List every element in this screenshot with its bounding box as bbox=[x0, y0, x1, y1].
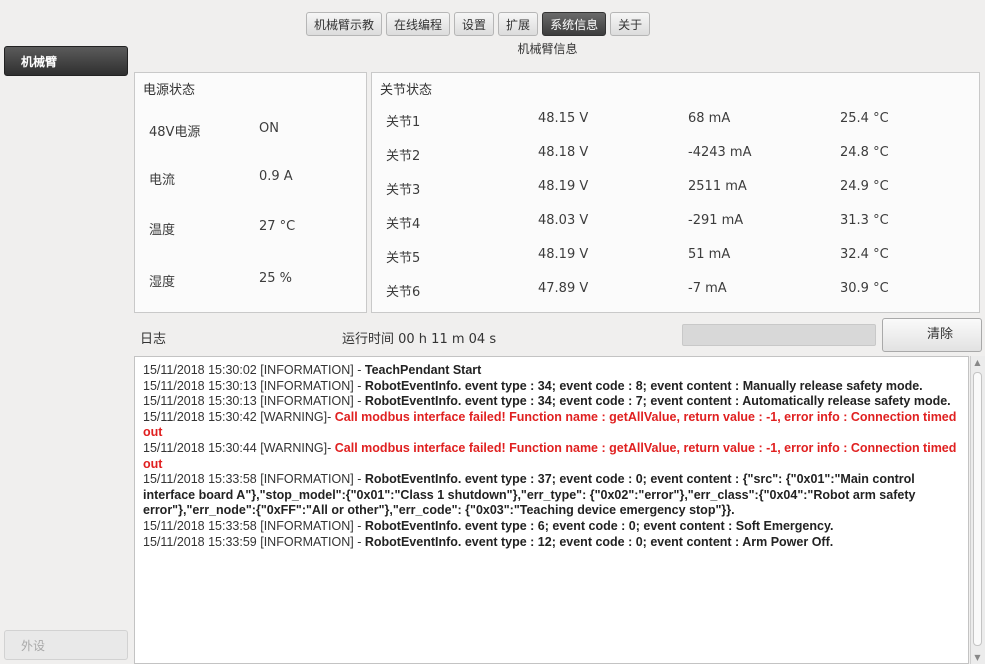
sidebar-item-peripherals[interactable]: 外设 bbox=[4, 630, 128, 660]
power-row: 温度 27 °C bbox=[149, 219, 356, 243]
power-value: 27 °C bbox=[259, 219, 296, 234]
log-entry-prefix: 15/11/2018 15:30:42 [WARNING]- bbox=[143, 409, 335, 424]
joint-temperature: 32.4 °C bbox=[840, 247, 889, 262]
joint-row: 关节1 48.15 V 68 mA 25.4 °C bbox=[386, 111, 969, 133]
joint-current: 2511 mA bbox=[688, 179, 747, 194]
section-title: 机械臂信息 bbox=[517, 42, 578, 56]
power-value: 25 % bbox=[259, 271, 293, 286]
power-key: 电流 bbox=[149, 173, 176, 188]
scrollbar-thumb[interactable] bbox=[973, 372, 982, 646]
joint-row: 关节2 48.18 V -4243 mA 24.8 °C bbox=[386, 145, 969, 167]
log-entry-prefix: 15/11/2018 15:30:02 [INFORMATION] - bbox=[143, 363, 365, 377]
tab-extensions[interactable]: 扩展 bbox=[498, 12, 539, 36]
joint-temperature: 25.4 °C bbox=[840, 111, 889, 126]
log-content: 15/11/2018 15:30:02 [INFORMATION] - Teac… bbox=[135, 357, 968, 556]
joint-row: 关节3 48.19 V 2511 mA 24.9 °C bbox=[386, 179, 969, 201]
log-entry-prefix: 15/11/2018 15:30:44 [WARNING]- bbox=[143, 440, 335, 455]
joint-name: 关节5 bbox=[386, 251, 421, 266]
joint-name: 关节2 bbox=[386, 149, 421, 164]
log-entry: 15/11/2018 15:33:59 [INFORMATION] - Robo… bbox=[143, 535, 960, 551]
joint-voltage: 48.03 V bbox=[538, 213, 589, 228]
joint-temperature: 24.8 °C bbox=[840, 145, 889, 160]
log-entry: 15/11/2018 15:30:13 [INFORMATION] - Robo… bbox=[143, 394, 960, 410]
clear-log-button[interactable]: 清除 bbox=[882, 318, 982, 352]
tab-online-programming[interactable]: 在线编程 bbox=[386, 12, 451, 36]
power-key: 温度 bbox=[149, 223, 176, 238]
joint-temperature: 24.9 °C bbox=[840, 179, 889, 194]
top-tab-bar: 机械臂示教 在线编程 设置 扩展 系统信息 关于 bbox=[306, 12, 651, 36]
scroll-up-icon[interactable]: ▲ bbox=[973, 358, 982, 367]
log-entry-prefix: 15/11/2018 15:30:13 [INFORMATION] - bbox=[143, 378, 365, 393]
power-row: 电流 0.9 A bbox=[149, 169, 356, 193]
log-entry-message: RobotEventInfo. event type : 12; event c… bbox=[364, 534, 834, 549]
log-entry: 15/11/2018 15:30:44 [WARNING]- Call modb… bbox=[143, 441, 960, 472]
sidebar-item-robot-arm[interactable]: 机械臂 bbox=[4, 46, 128, 76]
joint-current: 51 mA bbox=[688, 247, 731, 262]
joint-current: -7 mA bbox=[688, 281, 727, 296]
joint-name: 关节6 bbox=[386, 285, 421, 300]
joint-temperature: 30.9 °C bbox=[840, 281, 889, 296]
log-entry: 15/11/2018 15:30:42 [WARNING]- Call modb… bbox=[143, 410, 960, 441]
joint-row: 关节4 48.03 V -291 mA 31.3 °C bbox=[386, 213, 969, 235]
log-scrollbar[interactable]: ▲ ▼ bbox=[970, 356, 985, 664]
tab-about[interactable]: 关于 bbox=[610, 12, 651, 36]
joint-status-panel: 关节状态 关节1 48.15 V 68 mA 25.4 °C 关节2 48.18… bbox=[371, 72, 980, 313]
log-output[interactable]: 15/11/2018 15:30:02 [INFORMATION] - Teac… bbox=[134, 356, 969, 664]
joint-current: 68 mA bbox=[688, 111, 731, 126]
power-row: 48V电源 ON bbox=[149, 121, 356, 145]
log-entry-prefix: 15/11/2018 15:30:13 [INFORMATION] - bbox=[143, 394, 365, 409]
log-entry-message: RobotEventInfo. event type : 6; event co… bbox=[364, 518, 834, 533]
power-row: 湿度 25 % bbox=[149, 271, 356, 295]
joint-current: -291 mA bbox=[688, 213, 744, 228]
joint-row: 关节5 48.19 V 51 mA 32.4 °C bbox=[386, 247, 969, 269]
power-value: ON bbox=[259, 121, 279, 136]
joint-voltage: 48.15 V bbox=[538, 111, 589, 126]
power-key: 48V电源 bbox=[149, 125, 201, 140]
joint-voltage: 48.19 V bbox=[538, 247, 589, 262]
joint-voltage: 47.89 V bbox=[538, 281, 589, 296]
power-status-panel: 电源状态 48V电源 ON 电流 0.9 A 温度 27 °C 湿度 25 % bbox=[134, 72, 367, 313]
joint-current: -4243 mA bbox=[688, 145, 752, 160]
joint-voltage: 48.19 V bbox=[538, 179, 589, 194]
runtime-readout: 运行时间 00 h 11 m 04 s bbox=[342, 332, 497, 347]
log-entry-message: RobotEventInfo. event type : 34; event c… bbox=[364, 394, 951, 409]
log-entry: 15/11/2018 15:33:58 [INFORMATION] - Robo… bbox=[143, 472, 960, 519]
log-entry-prefix: 15/11/2018 15:33:58 [INFORMATION] - bbox=[143, 518, 365, 533]
tab-arm-teaching[interactable]: 机械臂示教 bbox=[306, 12, 383, 36]
log-entry: 15/11/2018 15:30:02 [INFORMATION] - Teac… bbox=[143, 363, 960, 379]
joint-name: 关节1 bbox=[386, 115, 421, 130]
power-value: 0.9 A bbox=[259, 169, 293, 184]
joint-temperature: 31.3 °C bbox=[840, 213, 889, 228]
tab-settings[interactable]: 设置 bbox=[454, 12, 495, 36]
joint-voltage: 48.18 V bbox=[538, 145, 589, 160]
progress-bar bbox=[682, 324, 876, 346]
log-label: 日志 bbox=[140, 332, 167, 347]
log-entry-message: TeachPendant Start bbox=[364, 363, 482, 377]
log-entry-prefix: 15/11/2018 15:33:59 [INFORMATION] - bbox=[143, 534, 365, 549]
log-entry-message: RobotEventInfo. event type : 34; event c… bbox=[364, 378, 923, 393]
tab-system-info[interactable]: 系统信息 bbox=[542, 12, 607, 36]
power-key: 湿度 bbox=[149, 275, 176, 290]
power-status-title: 电源状态 bbox=[143, 83, 196, 98]
joint-name: 关节3 bbox=[386, 183, 421, 198]
scroll-down-icon[interactable]: ▼ bbox=[973, 653, 982, 662]
joint-status-title: 关节状态 bbox=[380, 83, 433, 98]
log-entry: 15/11/2018 15:30:13 [INFORMATION] - Robo… bbox=[143, 379, 960, 395]
joint-name: 关节4 bbox=[386, 217, 421, 232]
joint-row: 关节6 47.89 V -7 mA 30.9 °C bbox=[386, 281, 969, 303]
log-entry: 15/11/2018 15:33:58 [INFORMATION] - Robo… bbox=[143, 519, 960, 535]
log-entry-prefix: 15/11/2018 15:33:58 [INFORMATION] - bbox=[143, 472, 365, 487]
